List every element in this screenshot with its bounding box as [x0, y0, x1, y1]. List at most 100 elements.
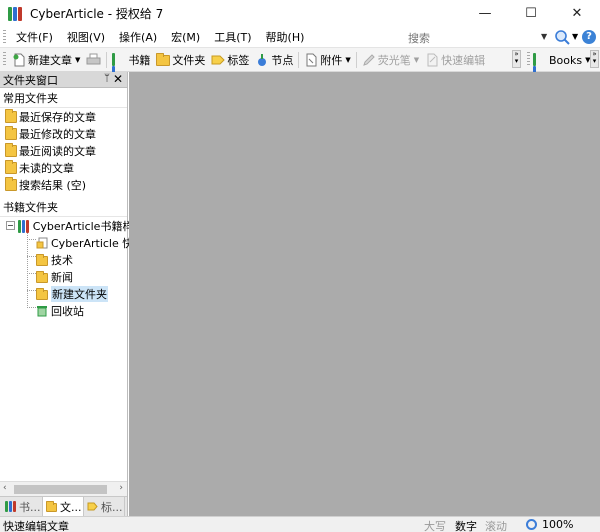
tag-tab-icon — [87, 501, 98, 512]
books-menu-icon — [533, 53, 547, 92]
tree-item-tech[interactable]: 技术 — [0, 251, 127, 268]
menu-macro[interactable]: 宏(M) — [164, 27, 207, 48]
search-input[interactable] — [405, 30, 550, 46]
nodes-button[interactable]: 节点 — [252, 50, 296, 70]
attachment-label: 附件 — [320, 53, 343, 67]
zoom-icon[interactable] — [526, 519, 537, 530]
tab-label: 文... — [60, 500, 82, 514]
pin-icon[interactable]: ᛘ — [104, 73, 110, 84]
tree-item-label: 新闻 — [51, 270, 73, 284]
tree-root-book[interactable]: − CyberArticle书籍样 — [0, 217, 133, 234]
highlighter-dropdown-icon[interactable]: ▼ — [414, 56, 419, 64]
list-item-label: 最近保存的文章 — [19, 110, 96, 124]
new-article-dropdown-icon[interactable]: ▼ — [75, 56, 80, 64]
attachment-button[interactable]: 附件 ▼ — [301, 50, 353, 70]
collapse-icon[interactable]: − — [6, 221, 15, 230]
tree-item-label: CyberArticle 快 — [51, 236, 134, 250]
tree-item-recycle-bin[interactable]: 回收站 — [0, 302, 127, 319]
tag-icon — [211, 53, 226, 67]
printer-icon — [86, 53, 101, 64]
unread-folder-icon — [5, 159, 17, 174]
menu-help[interactable]: 帮助(H) — [259, 27, 312, 48]
toolbar-overflow-chevron[interactable]: » ▾ — [512, 50, 521, 68]
search-results-item[interactable]: 搜索结果 (空) — [0, 176, 127, 193]
new-article-button[interactable]: 新建文章 ▼ — [9, 50, 83, 70]
print-button[interactable] — [83, 50, 104, 70]
recent-read-item[interactable]: 最近阅读的文章 — [0, 142, 127, 159]
folder-panel-header: 文件夹窗口 ᛘ ✕ — [0, 72, 127, 88]
highlighter-label: 荧光笔 — [377, 53, 411, 67]
search-options-dropdown-icon[interactable]: ▼ — [572, 32, 578, 41]
tab-folders[interactable]: 文... — [43, 497, 84, 516]
folder-panel: 文件夹窗口 ᛘ ✕ 常用文件夹 最近保存的文章 最近修改的文章 最近阅读的文章 … — [0, 72, 133, 516]
close-button[interactable]: ✕ — [554, 0, 600, 27]
menu-tools[interactable]: 工具(T) — [207, 27, 258, 48]
tab-books[interactable]: 书... — [2, 497, 43, 516]
common-folders-title: 常用文件夹 — [0, 90, 127, 108]
scroll-left-icon[interactable]: ‹ — [3, 483, 7, 493]
tree-item-news[interactable]: 新闻 — [0, 268, 127, 285]
highlighter-button[interactable]: 荧光笔 ▼ — [359, 50, 422, 70]
recent-folder-icon — [5, 125, 17, 140]
book-folders-title: 书籍文件夹 — [0, 199, 127, 217]
books-tab-icon — [5, 501, 16, 512]
list-item-label: 最近修改的文章 — [19, 127, 96, 141]
folder-label: 文件夹 — [172, 53, 206, 67]
folder-button[interactable]: 文件夹 — [153, 50, 208, 70]
list-item-label: 未读的文章 — [19, 161, 74, 175]
common-folders-list: 最近保存的文章 最近修改的文章 最近阅读的文章 未读的文章 搜索结果 (空) — [0, 108, 127, 193]
help-icon[interactable]: ? — [582, 30, 596, 44]
tags-label: 标签 — [227, 53, 250, 67]
tree-item-label: 技术 — [51, 253, 73, 267]
zoom-level[interactable]: 100% — [542, 518, 573, 531]
books-toolbar-overflow-chevron[interactable]: » ▾ — [590, 50, 599, 68]
menu-file[interactable]: 文件(F) — [9, 27, 60, 48]
menu-view[interactable]: 视图(V) — [60, 27, 112, 48]
toolbar-grip[interactable] — [3, 52, 6, 67]
new-document-icon — [12, 53, 26, 67]
panel-close-icon[interactable]: ✕ — [113, 72, 123, 86]
unread-item[interactable]: 未读的文章 — [0, 159, 127, 176]
quick-edit-button[interactable]: 快速编辑 — [422, 50, 488, 70]
caps-indicator: 大写 — [424, 520, 446, 532]
attachment-dropdown-icon[interactable]: ▼ — [345, 56, 350, 64]
books-button[interactable]: 书籍 — [109, 50, 153, 92]
menu-grip[interactable] — [3, 29, 6, 45]
node-icon — [255, 53, 269, 67]
highlighter-icon — [362, 53, 376, 67]
minimize-button[interactable]: — — [462, 0, 508, 27]
book-folder-tree: − CyberArticle书籍样 CyberArticle 快 技术 新闻 新… — [0, 217, 133, 319]
tree-root-label: CyberArticle书籍样 — [32, 219, 134, 233]
recent-folder-icon — [5, 108, 17, 123]
search-icon[interactable] — [553, 29, 571, 45]
menu-action[interactable]: 操作(A) — [112, 27, 164, 48]
scroll-right-icon[interactable]: › — [119, 483, 123, 493]
list-item-label: 最近阅读的文章 — [19, 144, 96, 158]
tree-item-article[interactable]: CyberArticle 快 — [0, 234, 133, 251]
tab-label: 标... — [101, 500, 123, 514]
maximize-button[interactable]: ☐ — [508, 0, 554, 27]
books-menu-button[interactable]: Books ▼ — [530, 50, 594, 92]
scroll-thumb[interactable] — [14, 485, 107, 494]
new-article-label: 新建文章 — [28, 53, 72, 67]
folder-panel-title: 文件夹窗口 — [3, 73, 58, 87]
tags-button[interactable]: 标签 — [208, 50, 252, 70]
title-bar: CyberArticle - 授权给 7 — ☐ ✕ — [0, 0, 600, 27]
num-indicator: 数字 — [455, 520, 477, 532]
app-books-icon — [8, 6, 22, 21]
folder-icon — [36, 270, 48, 283]
list-item-label: 搜索结果 (空) — [19, 178, 87, 192]
folder-tab-icon — [46, 500, 57, 512]
panel-tabs: 书... 文... 标... — [0, 496, 127, 516]
horizontal-scrollbar[interactable]: ‹ › — [0, 481, 127, 496]
folder-icon — [36, 287, 48, 300]
search-dropdown-icon[interactable]: ▼ — [541, 32, 547, 41]
tab-tags[interactable]: 标... — [84, 497, 125, 516]
recent-saved-item[interactable]: 最近保存的文章 — [0, 108, 127, 125]
main-content-area[interactable] — [129, 72, 600, 516]
main-toolbar: 新建文章 ▼ 书籍 文件夹 标签 节点 附件 ▼ 荧光笔 ▼ 快速编辑 » ▾ … — [0, 48, 600, 92]
tree-item-new-folder[interactable]: 新建文件夹 — [0, 285, 127, 302]
tree-item-label: 回收站 — [51, 304, 84, 318]
article-icon — [36, 237, 48, 249]
recent-modified-item[interactable]: 最近修改的文章 — [0, 125, 127, 142]
